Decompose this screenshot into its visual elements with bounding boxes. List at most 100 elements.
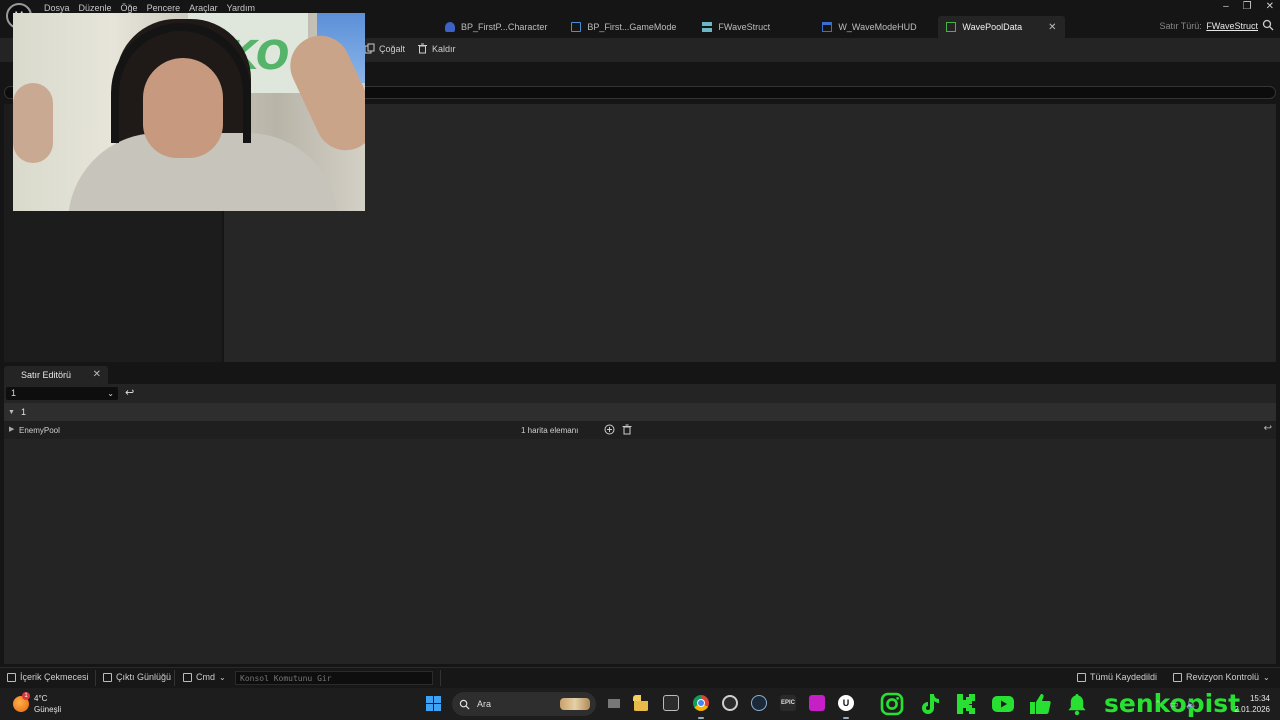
tab-bp-gamemode[interactable]: BP_First...GameMode bbox=[563, 16, 684, 38]
webcam-overlay: ɴKO bbox=[13, 13, 365, 211]
datatable-icon bbox=[946, 22, 957, 32]
network-icon[interactable]: ▭ bbox=[1170, 699, 1179, 710]
clock[interactable]: 15:34 2.01.2026 bbox=[1234, 693, 1270, 715]
output-log-button[interactable]: Çıktı Günlüğü bbox=[103, 672, 171, 682]
duplicate-icon bbox=[364, 43, 375, 54]
divider bbox=[95, 670, 96, 686]
tiktok-icon bbox=[922, 694, 939, 714]
expand-arrow-icon[interactable]: ▶ bbox=[9, 425, 14, 433]
property-value: 1 harita elemanı bbox=[521, 426, 579, 435]
search-icon[interactable] bbox=[1262, 19, 1274, 31]
tab-row-editor[interactable]: Satır Editörü ✕ bbox=[4, 366, 108, 384]
terminal-icon bbox=[183, 672, 192, 682]
close-icon[interactable]: ✕ bbox=[1048, 22, 1056, 33]
row-type-label: Satır Türü: bbox=[1159, 21, 1202, 31]
reset-arrow-icon[interactable]: ↩ bbox=[1264, 423, 1272, 434]
youtube-icon bbox=[992, 696, 1014, 712]
row-type: Satır Türü: FWaveStruct bbox=[1159, 21, 1258, 31]
steam-icon[interactable] bbox=[751, 695, 767, 711]
bell-icon bbox=[1068, 694, 1086, 716]
reset-arrow-icon[interactable]: ↩ bbox=[125, 386, 134, 399]
search-icon bbox=[459, 699, 470, 710]
obs-icon[interactable] bbox=[722, 695, 738, 711]
windows-taskbar: 1 4°C Güneşli Ara EPIC U senkopist ⌃ ▭ 🔈… bbox=[0, 688, 1280, 720]
weather-description: Güneşli bbox=[34, 705, 62, 714]
weather-temperature: 4°C bbox=[34, 694, 48, 703]
like-icon bbox=[1030, 694, 1051, 714]
property-name: EnemyPool bbox=[19, 426, 60, 435]
remove-button[interactable]: Kaldır bbox=[417, 43, 456, 54]
instagram-icon bbox=[880, 692, 904, 716]
tab-bp-character[interactable]: BP_FirstP...Character bbox=[437, 16, 555, 38]
blueprint-icon bbox=[571, 22, 582, 32]
chevron-down-icon: ⌄ bbox=[219, 672, 226, 682]
row-type-link[interactable]: FWaveStruct bbox=[1206, 21, 1258, 31]
close-window-icon[interactable]: ✕ bbox=[1266, 1, 1274, 12]
unreal-engine-icon[interactable]: U bbox=[838, 695, 854, 711]
category-row[interactable]: ▼ 1 bbox=[4, 403, 1276, 421]
tab-label: FWaveStruct bbox=[718, 22, 771, 32]
content-drawer-button[interactable]: İçerik Çekmecesi bbox=[7, 672, 89, 682]
output-log-label: Çıktı Günlüğü bbox=[116, 672, 172, 682]
revision-control-label: Revizyon Kontrolü bbox=[1186, 672, 1260, 682]
store-icon[interactable] bbox=[663, 695, 679, 711]
save-icon bbox=[1077, 672, 1086, 682]
kick-icon bbox=[957, 694, 975, 714]
weather-text: 4°C Güneşli bbox=[34, 693, 61, 715]
content-drawer-label: İçerik Çekmecesi bbox=[20, 672, 89, 682]
divider bbox=[440, 670, 441, 686]
webcam-person-hand bbox=[13, 83, 53, 163]
collapse-arrow-icon[interactable]: ▼ bbox=[8, 409, 15, 416]
row-editor-panel: Satır Editörü ✕ 1 ⌄ ↩ ▼ 1 ▶ EnemyPool 1 … bbox=[0, 362, 1280, 664]
output-log-icon bbox=[103, 672, 112, 682]
chevron-up-icon[interactable]: ⌃ bbox=[1154, 699, 1162, 710]
duplicate-button[interactable]: Çoğalt bbox=[364, 43, 405, 54]
widget-icon bbox=[822, 22, 833, 32]
tab-label: W_WaveModeHUD bbox=[838, 22, 917, 32]
duplicate-label: Çoğalt bbox=[379, 43, 406, 54]
tab-label: WavePoolData bbox=[962, 22, 1023, 32]
chevron-down-icon: ⌄ bbox=[107, 389, 114, 398]
clock-date: 2.01.2026 bbox=[1234, 705, 1270, 714]
trash-icon bbox=[418, 43, 427, 54]
maximize-icon[interactable]: ❐ bbox=[1243, 1, 1252, 12]
save-all-label: Tümü Kaydedildi bbox=[1090, 672, 1158, 682]
tab-label: BP_FirstP...Character bbox=[461, 22, 548, 32]
active-indicator bbox=[843, 717, 849, 719]
row-editor-body: 1 ⌄ ↩ ▼ 1 ▶ EnemyPool 1 harita elemanı ↩ bbox=[4, 384, 1276, 664]
add-element-icon[interactable] bbox=[604, 424, 615, 435]
search-label: Ara bbox=[477, 699, 492, 709]
minimize-icon[interactable]: – bbox=[1223, 1, 1229, 12]
cmd-dropdown[interactable]: Cmd ⌄ bbox=[183, 672, 226, 682]
weather-widget[interactable]: 1 4°C Güneşli bbox=[13, 692, 61, 715]
app-icon[interactable] bbox=[809, 695, 825, 711]
divider bbox=[174, 670, 175, 686]
chevron-down-icon: ⌄ bbox=[1263, 672, 1270, 682]
remove-label: Kaldır bbox=[432, 43, 456, 54]
taskbar-search[interactable]: Ara bbox=[452, 692, 596, 716]
category-label: 1 bbox=[20, 407, 26, 417]
tab-w-wavemodehud[interactable]: W_WaveModeHUD bbox=[814, 16, 938, 38]
close-icon[interactable]: ✕ bbox=[93, 369, 101, 380]
status-bar: İçerik Çekmecesi Çıktı Günlüğü Cmd ⌄ Tüm… bbox=[0, 667, 1280, 688]
epic-games-icon[interactable]: EPIC bbox=[780, 695, 796, 711]
chrome-icon[interactable] bbox=[693, 695, 709, 711]
notification-badge: 1 bbox=[22, 692, 30, 700]
row-select-dropdown[interactable]: 1 ⌄ bbox=[6, 387, 118, 400]
tab-fwavestruct[interactable]: FWaveStruct bbox=[694, 16, 814, 38]
file-explorer-icon[interactable] bbox=[633, 695, 649, 711]
revision-control-button[interactable]: Revizyon Kontrolü ⌄ bbox=[1173, 672, 1270, 682]
tab-wavepooldata[interactable]: WavePoolData ✕ bbox=[938, 16, 1065, 38]
content-drawer-icon bbox=[7, 672, 16, 682]
revision-control-icon bbox=[1173, 672, 1182, 682]
volume-icon[interactable]: 🔈 bbox=[1186, 699, 1197, 710]
row-editor-tab-label: Satır Editörü bbox=[21, 370, 72, 380]
task-view-icon[interactable] bbox=[606, 695, 622, 711]
save-all-button[interactable]: Tümü Kaydedildi bbox=[1077, 672, 1157, 682]
windows-start-icon[interactable] bbox=[426, 696, 441, 711]
trash-icon[interactable] bbox=[622, 424, 632, 435]
cmd-label: Cmd bbox=[196, 672, 216, 682]
console-command-input[interactable] bbox=[235, 671, 433, 685]
data-grid[interactable] bbox=[224, 104, 1276, 362]
property-row[interactable]: ▶ EnemyPool 1 harita elemanı ↩ bbox=[4, 421, 1276, 439]
